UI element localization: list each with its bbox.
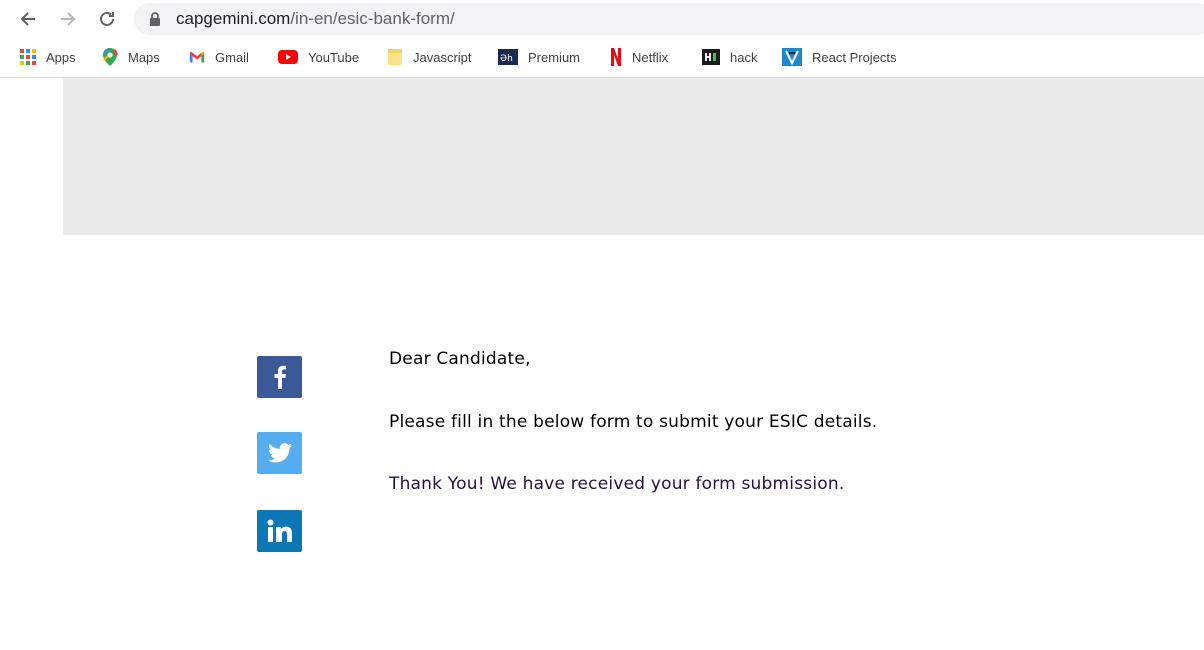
react-projects-icon bbox=[782, 48, 802, 66]
facebook-share-button[interactable] bbox=[257, 356, 302, 398]
arrow-left-icon bbox=[20, 12, 35, 26]
bookmark-javascript-folder[interactable]: Javascript bbox=[387, 46, 472, 68]
bookmark-hack[interactable]: hack bbox=[702, 46, 757, 68]
reload-button[interactable] bbox=[93, 5, 121, 33]
twitter-share-button[interactable] bbox=[257, 432, 302, 474]
url-path: /in-en/esic-bank-form/ bbox=[290, 9, 455, 28]
bookmark-netflix[interactable]: Netflix bbox=[610, 46, 668, 68]
bookmark-label: Netflix bbox=[632, 49, 669, 65]
bookmark-youtube[interactable]: YouTube bbox=[278, 46, 359, 68]
apps-grid-icon bbox=[20, 49, 36, 65]
instruction-text: Please fill in the below form to submit … bbox=[389, 412, 878, 432]
bookmark-label: Gmail bbox=[215, 49, 249, 65]
premium-icon: Əh bbox=[498, 49, 518, 65]
maps-pin-icon bbox=[102, 48, 118, 66]
bookmark-premium[interactable]: Əh Premium bbox=[498, 46, 580, 68]
svg-text:Əh: Əh bbox=[500, 54, 513, 64]
url-host: capgemini.com bbox=[176, 9, 291, 28]
facebook-icon bbox=[274, 365, 286, 389]
gmail-icon bbox=[189, 49, 205, 65]
url-text[interactable]: capgemini.com/in-en/esic-bank-form/ bbox=[176, 9, 455, 29]
bookmark-react-projects[interactable]: React Projects bbox=[782, 46, 897, 68]
bookmark-label: Premium bbox=[528, 49, 581, 65]
youtube-icon bbox=[278, 49, 298, 65]
bookmark-label: Javascript bbox=[413, 49, 472, 65]
arrow-right-icon bbox=[61, 12, 76, 26]
bookmark-label: YouTube bbox=[308, 49, 360, 65]
bookmark-label: Maps bbox=[128, 49, 160, 65]
confirmation-text: Thank You! We have received your form su… bbox=[389, 474, 845, 494]
folder-icon bbox=[387, 49, 403, 65]
bookmarks-bar: Apps Maps Gmail YouTube Javascript Əh Pr… bbox=[0, 40, 1204, 78]
linkedin-share-button[interactable] bbox=[257, 510, 302, 552]
bookmark-apps[interactable]: Apps bbox=[20, 46, 76, 68]
browser-toolbar: capgemini.com/in-en/esic-bank-form/ bbox=[0, 0, 1204, 40]
reload-icon bbox=[100, 11, 114, 26]
bookmark-maps[interactable]: Maps bbox=[102, 46, 160, 68]
back-button[interactable] bbox=[14, 5, 42, 33]
lock-icon[interactable] bbox=[149, 12, 161, 26]
bookmark-label: Apps bbox=[46, 49, 76, 65]
bookmark-gmail[interactable]: Gmail bbox=[189, 46, 249, 68]
greeting-text: Dear Candidate, bbox=[389, 349, 531, 369]
bookmark-label: hack bbox=[730, 49, 758, 65]
hero-banner bbox=[63, 78, 1204, 235]
twitter-icon bbox=[267, 443, 292, 463]
address-bar[interactable]: capgemini.com/in-en/esic-bank-form/ bbox=[134, 3, 1204, 35]
bookmark-label: React Projects bbox=[812, 49, 897, 65]
hackerrank-icon bbox=[702, 49, 720, 65]
forward-button[interactable] bbox=[54, 5, 82, 33]
netflix-icon bbox=[610, 48, 622, 66]
linkedin-icon bbox=[267, 519, 292, 542]
